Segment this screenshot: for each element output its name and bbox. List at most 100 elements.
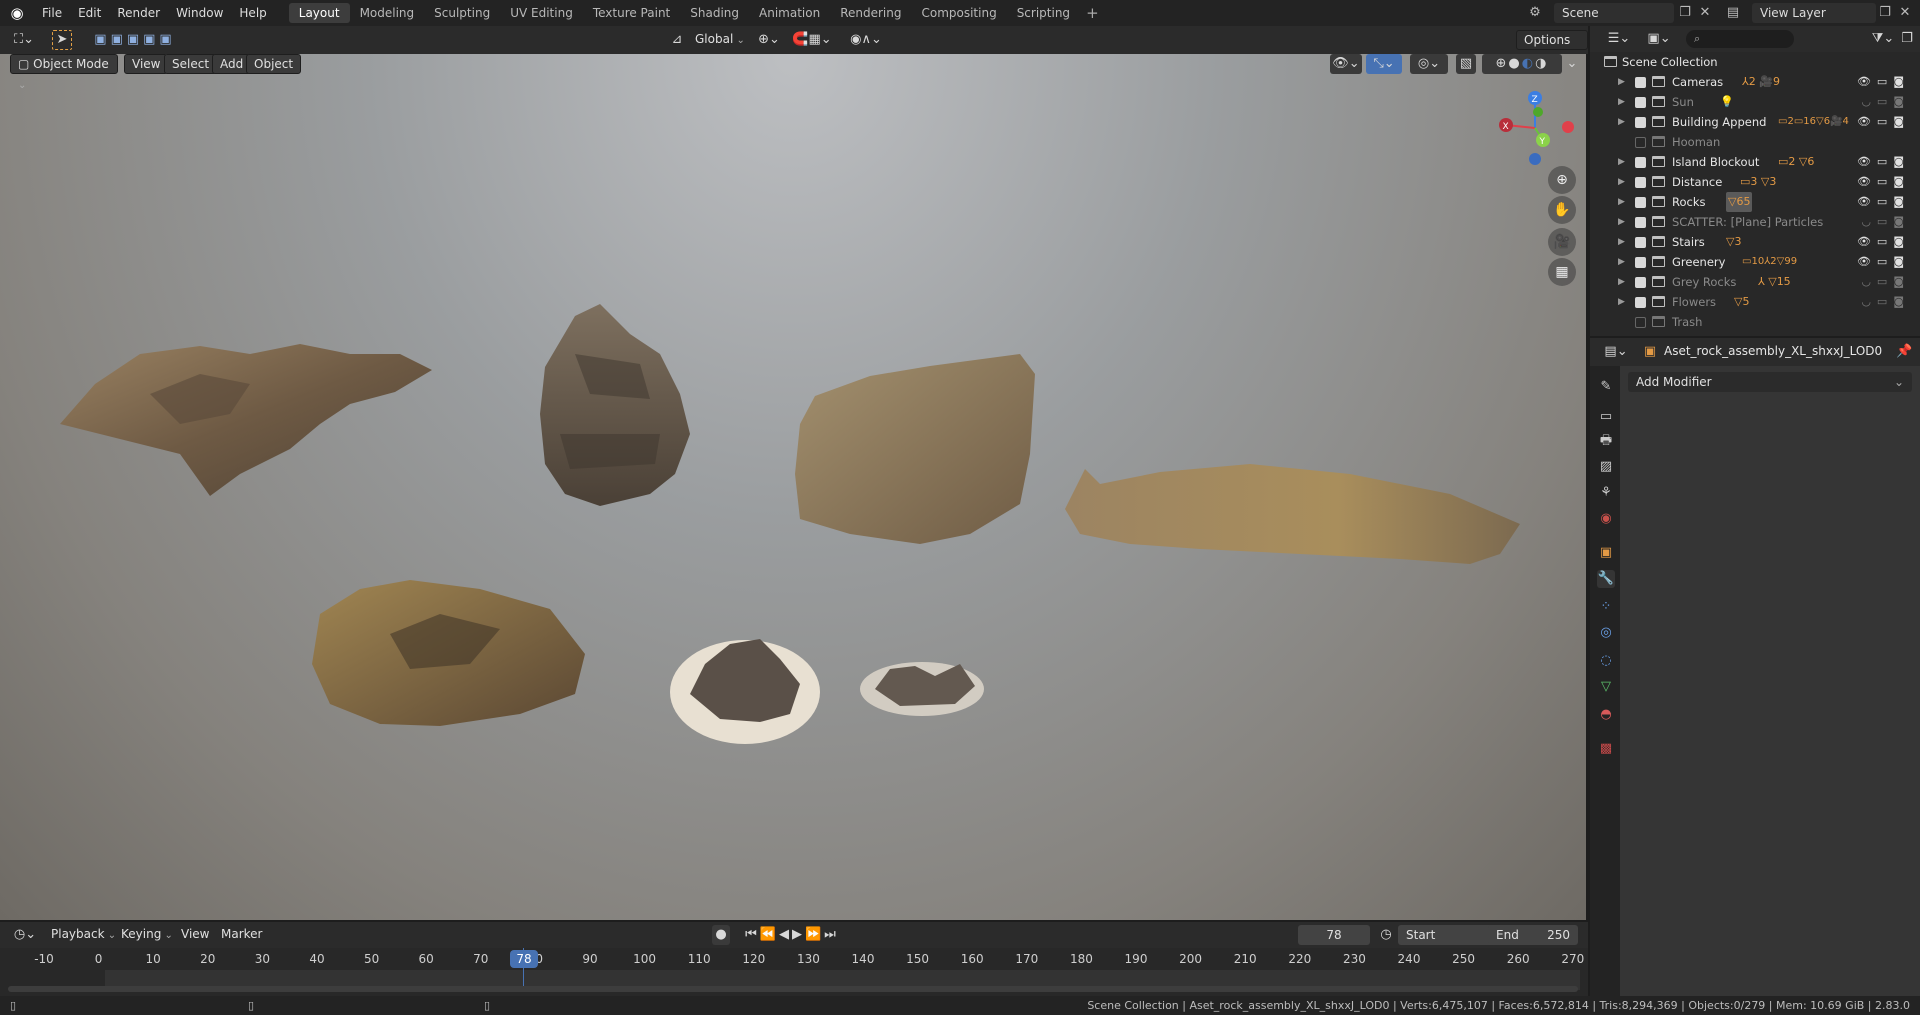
expand-arrow-icon[interactable]: ▶ [1618,172,1625,192]
remove-scene-icon[interactable]: ✕ [1696,4,1714,22]
properties-editor-icon[interactable]: ▤⌄ [1602,342,1630,362]
tab-compositing[interactable]: Compositing [911,3,1006,23]
current-frame-field[interactable]: 78 [1298,925,1370,945]
outliner-row-hooman[interactable]: Hooman [1590,132,1920,152]
add-modifier-dropdown[interactable]: Add Modifier ⌄ [1628,372,1912,392]
world-tab-icon[interactable]: ◉ [1597,510,1615,528]
editor-type-icon[interactable]: ⛶⌄ [10,30,38,50]
outliner-row-rocks[interactable]: ▶ Rocks ▽65 👁▭◙ [1590,192,1920,212]
expand-arrow-icon[interactable]: ▶ [1618,92,1625,112]
preview-range-icon[interactable]: ◷ [1378,925,1394,945]
playback-menu[interactable]: Playback [44,925,123,945]
physics-tab-icon[interactable]: ◎ [1597,624,1615,642]
timeline[interactable]: -100102030405060708090100110120130140150… [0,948,1588,996]
outliner-row-building-append[interactable]: ▶ Building Append ▭2▭16▽6🎥4 👁▭◙ [1590,112,1920,132]
keying-menu[interactable]: Keying [114,925,180,945]
visibility-toggles[interactable]: 👁▭◙ [1857,192,1910,212]
collection-checkbox[interactable] [1635,297,1646,308]
proportional-edit-icon[interactable]: ◉∧⌄ [846,30,886,50]
visibility-toggles[interactable]: ◡▭◙ [1861,292,1910,312]
tab-uv-editing[interactable]: UV Editing [500,3,583,23]
tab-shading[interactable]: Shading [680,3,749,23]
visibility-toggles[interactable]: 👁▭◙ [1857,232,1910,252]
snap-icon[interactable]: 🧲▦⌄ [790,30,834,50]
expand-arrow-icon[interactable]: ▶ [1618,212,1625,232]
visibility-toggles[interactable]: ◡▭◙ [1861,92,1910,112]
select-tool-icon[interactable]: ➤ [52,30,72,50]
pin-icon[interactable]: 📌 [1896,342,1912,362]
options-dropdown[interactable]: Options [1516,30,1588,50]
visibility-toggles[interactable]: 👁▭◙ [1857,72,1910,92]
outliner-row-stairs[interactable]: ▶ Stairs ▽3 👁▭◙ [1590,232,1920,252]
object-tab-icon[interactable]: ▣ [1597,544,1615,562]
outliner-row-cameras[interactable]: ▶ Cameras ⅄2 🎥9 👁▭◙ [1590,72,1920,92]
outliner-row-island-blockout[interactable]: ▶ Island Blockout ▭2 ▽6 👁▭◙ [1590,152,1920,172]
menu-render[interactable]: Render [109,0,168,26]
visibility-toggles[interactable]: 👁▭◙ [1857,172,1910,192]
visibility-toggles[interactable]: ◡▭◙ [1861,272,1910,292]
collection-checkbox[interactable] [1635,117,1646,128]
texture-tab-icon[interactable]: ▩ [1597,740,1615,758]
blender-logo-icon[interactable]: ◉ [0,0,34,26]
outliner-row-distance[interactable]: ▶ Distance ▭3 ▽3 👁▭◙ [1590,172,1920,192]
tool-tab-icon[interactable]: ✎ [1597,378,1615,396]
visibility-toggles[interactable]: 👁▭◙ [1857,112,1910,132]
display-mode-icon[interactable]: ▣⌄ [1644,29,1674,49]
playhead[interactable]: 78 [510,950,538,968]
timeline-ruler[interactable]: -100102030405060708090100110120130140150… [0,948,1588,970]
collection-checkbox[interactable] [1635,77,1646,88]
collection-checkbox[interactable] [1635,257,1646,268]
particles-tab-icon[interactable]: ⁘ [1597,598,1615,616]
collection-checkbox[interactable] [1635,237,1646,248]
expand-arrow-icon[interactable]: ▶ [1618,232,1625,252]
rock-flat-slab[interactable] [60,344,432,496]
expand-arrow-icon[interactable]: ▶ [1618,272,1625,292]
rock-layered-cliff[interactable] [540,304,690,506]
menu-edit[interactable]: Edit [70,0,109,26]
render-tab-icon[interactable]: ▭ [1597,408,1615,426]
3d-viewport[interactable]: ▢ Object Mode View Select Add Object 👁⌄ … [0,54,1588,920]
new-view-layer-icon[interactable]: ❐ [1876,4,1894,22]
collection-checkbox[interactable] [1635,277,1646,288]
collection-checkbox[interactable] [1635,197,1646,208]
menu-file[interactable]: File [34,0,70,26]
filter-icon[interactable]: ⧩⌄ [1868,29,1898,49]
menu-window[interactable]: Window [168,0,231,26]
scene-icon[interactable]: ⚙ [1526,4,1544,22]
expand-arrow-icon[interactable]: ▶ [1618,72,1625,92]
outliner-search-input[interactable]: ⌕ [1686,30,1794,48]
mesh-data-tab-icon[interactable]: ▽ [1597,678,1615,696]
expand-arrow-icon[interactable]: ▶ [1618,292,1625,312]
tab-animation[interactable]: Animation [749,3,830,23]
collection-checkbox[interactable] [1635,137,1646,148]
menu-help[interactable]: Help [231,0,274,26]
outliner-row-flowers[interactable]: ▶ Flowers ▽5 ◡▭◙ [1590,292,1920,312]
visibility-toggles[interactable]: 👁▭◙ [1857,252,1910,272]
collection-checkbox[interactable] [1635,217,1646,228]
selection-mode-icons[interactable]: ▣▣▣▣▣ [90,30,180,50]
rock-long-ledge[interactable] [1065,464,1520,564]
outliner-row-trash[interactable]: Trash [1590,312,1920,332]
pivot-icon[interactable]: ⊕⌄ [756,30,782,50]
new-collection-icon[interactable]: ❐ [1898,29,1916,49]
output-tab-icon[interactable]: 🖶 [1597,432,1615,450]
outliner-row-scatter-particles[interactable]: ▶ SCATTER: [Plane] Particles ◡▭◙ [1590,212,1920,232]
orientation-icon[interactable]: ⊿ [668,30,686,50]
end-frame-field[interactable]: End 250 [1488,925,1578,945]
timeline-editor-icon[interactable]: ◷⌄ [10,925,40,945]
outliner-row-greenery[interactable]: ▶ Greenery ▭10⅄2▽99 👁▭◙ [1590,252,1920,272]
expand-arrow-icon[interactable]: ▶ [1618,192,1625,212]
expand-arrow-icon[interactable]: ▶ [1618,112,1625,132]
playback-controls-icons[interactable]: ⏮⏪◀▶⏩⏭ [736,925,848,945]
outliner-row-grey-rocks[interactable]: ▶ Grey Rocks ⅄ ▽15 ◡▭◙ [1590,272,1920,292]
marker-menu[interactable]: Marker [214,925,269,945]
collection-checkbox[interactable] [1635,157,1646,168]
view-layer-selector[interactable]: View Layer [1752,3,1876,23]
rock-boulder-block[interactable] [795,354,1035,544]
outliner-row-sun[interactable]: ▶ Sun 💡 ◡▭◙ [1590,92,1920,112]
tab-scripting[interactable]: Scripting [1007,3,1080,23]
tab-modeling[interactable]: Modeling [350,3,425,23]
tab-rendering[interactable]: Rendering [830,3,911,23]
scene-selector[interactable]: Scene [1554,3,1674,23]
material-tab-icon[interactable]: ◓ [1597,706,1615,724]
